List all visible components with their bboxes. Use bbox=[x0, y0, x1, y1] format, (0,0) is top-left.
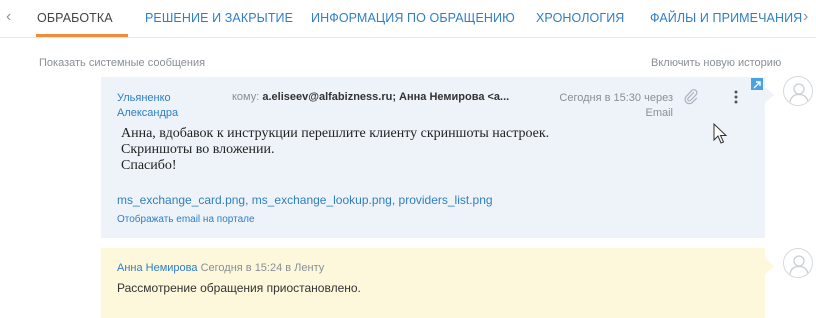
email-timestamp: Сегодня в 15:30 через Email bbox=[551, 91, 673, 121]
feed-post-header: Анна Немирова Сегодня в 15:24 в Ленту bbox=[117, 262, 324, 274]
active-tab-indicator bbox=[36, 34, 128, 37]
tab-case-info[interactable]: ИНФОРМАЦИЯ ПО ОБРАЩЕНИЮ bbox=[311, 11, 515, 25]
show-email-on-portal-link[interactable]: Отображать email на портале bbox=[117, 214, 255, 225]
email-attachments[interactable]: ms_exchange_card.png, ms_exchange_lookup… bbox=[117, 193, 493, 207]
paperclip-icon[interactable] bbox=[684, 89, 698, 105]
timestamp-line2: Email bbox=[645, 107, 673, 119]
tab-resolution-closure[interactable]: РЕШЕНИЕ И ЗАКРЫТИЕ bbox=[145, 11, 293, 25]
email-recipients: кому: a.eliseev@alfabizness.ru; Анна Нем… bbox=[232, 91, 509, 103]
timestamp-line1: Сегодня в 15:30 через bbox=[559, 92, 673, 104]
to-recipients: a.eliseev@alfabizness.ru; Анна Немирова … bbox=[262, 91, 510, 103]
feed-post-author[interactable]: Анна Немирова bbox=[117, 262, 198, 274]
email-sender[interactable]: Ульяненко Александра bbox=[117, 91, 217, 121]
feed-post-text: Рассмотрение обращения приостановлено. bbox=[117, 281, 361, 295]
tab-bar: ‹ ОБРАБОТКА РЕШЕНИЕ И ЗАКРЫТИЕ ИНФОРМАЦИ… bbox=[0, 0, 816, 38]
email-author-avatar bbox=[783, 76, 813, 106]
to-label: кому: bbox=[232, 91, 260, 103]
feed-author-avatar bbox=[783, 248, 813, 278]
tabs-prev-arrow-icon[interactable]: ‹ bbox=[6, 8, 11, 26]
sender-name-line2: Александра bbox=[117, 107, 179, 119]
email-body-line: Спасибо! bbox=[121, 158, 177, 173]
mouse-cursor-icon bbox=[713, 122, 729, 145]
show-system-messages-link[interactable]: Показать системные сообщения bbox=[39, 57, 205, 69]
email-body-line: Анна, вдобавок к инструкции перешлите кл… bbox=[121, 126, 550, 141]
card-pointer bbox=[765, 87, 774, 103]
tab-chronology[interactable]: ХРОНОЛОГИЯ bbox=[536, 11, 624, 25]
feed-post-card: Анна Немирова Сегодня в 15:24 в Ленту Ра… bbox=[101, 248, 774, 318]
email-body-line: Скриншоты во вложении. bbox=[121, 142, 275, 157]
more-options-icon[interactable] bbox=[733, 89, 739, 105]
user-placeholder-icon bbox=[789, 255, 809, 275]
enable-new-history-link[interactable]: Включить новую историю bbox=[651, 57, 781, 69]
card-pointer bbox=[765, 258, 774, 274]
tab-files-notes[interactable]: ФАЙЛЫ И ПРИМЕЧАНИЯ bbox=[650, 11, 802, 25]
email-body: Анна, вдобавок к инструкции перешлите кл… bbox=[121, 126, 549, 174]
sender-name-line1: Ульяненко bbox=[117, 92, 171, 104]
email-message-card: Ульяненко Александра кому: a.eliseev@alf… bbox=[101, 77, 774, 238]
tabs-next-arrow-icon[interactable]: › bbox=[803, 8, 808, 26]
open-in-new-window-icon[interactable] bbox=[751, 78, 763, 90]
user-placeholder-icon bbox=[789, 83, 809, 103]
tab-processing[interactable]: ОБРАБОТКА bbox=[37, 11, 113, 25]
feed-post-meta: Сегодня в 15:24 в Ленту bbox=[200, 262, 325, 274]
